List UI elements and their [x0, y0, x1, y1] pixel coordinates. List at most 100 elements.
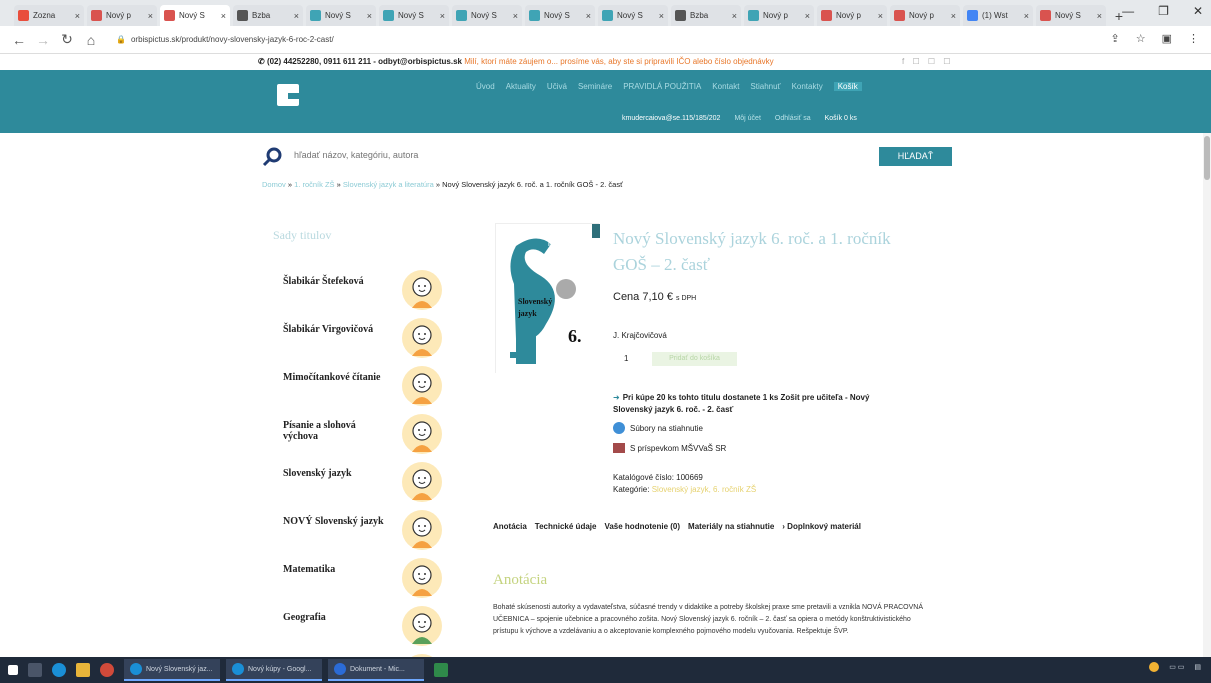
- url-field[interactable]: 🔒 orbispictus.sk/produkt/novy-slovensky-…: [116, 35, 334, 44]
- main-menu-item[interactable]: Kontakt: [712, 82, 739, 91]
- product-tab[interactable]: Vaše hodnotenie (0): [604, 522, 680, 531]
- menu-dots-icon[interactable]: ⋮: [1188, 32, 1199, 45]
- quantity-input[interactable]: 1: [624, 354, 628, 363]
- browser-tab[interactable]: Bzba ×: [671, 5, 741, 26]
- browser-tab[interactable]: Nový S ×: [598, 5, 668, 26]
- sidebar-item[interactable]: Matematika: [273, 556, 453, 604]
- product-tab[interactable]: Anotácia: [493, 522, 527, 531]
- product-cover-image[interactable]: NOVÝ Slovenský jazyk 6.: [495, 223, 600, 374]
- minimize-icon[interactable]: —: [1122, 4, 1134, 18]
- tab-close-icon[interactable]: ×: [659, 11, 664, 21]
- browser-tab[interactable]: Bzba ×: [233, 5, 303, 26]
- main-menu-item[interactable]: Učivá: [547, 82, 567, 91]
- breadcrumb-cat2[interactable]: Slovenský jazyk a literatúra: [343, 180, 434, 189]
- product-tab[interactable]: › Doplnkový materiál: [782, 522, 861, 531]
- sidebar-item[interactable]: Mimočítankové čítanie: [273, 364, 453, 412]
- main-menu-item[interactable]: Stiahnuť: [750, 82, 780, 91]
- main-menu-item[interactable]: PRAVIDLÁ POUŽITIA: [623, 82, 701, 91]
- reload-icon[interactable]: ↻: [60, 31, 74, 48]
- browser-tab[interactable]: Nový p ×: [744, 5, 814, 26]
- social-icons[interactable]: f ☐ ☐ ☐: [902, 57, 953, 66]
- tab-close-icon[interactable]: ×: [440, 11, 445, 21]
- tab-close-icon[interactable]: ×: [1097, 11, 1102, 21]
- sidebar-item[interactable]: Šlabikár Virgovičová: [273, 316, 453, 364]
- tab-close-icon[interactable]: ×: [75, 11, 80, 21]
- browser-tab[interactable]: Nový S ×: [379, 5, 449, 26]
- notifications-icon[interactable]: ▤: [1194, 663, 1201, 671]
- browser-tab[interactable]: Nový S ×: [160, 5, 230, 26]
- site-logo[interactable]: [277, 84, 299, 106]
- excel-icon[interactable]: [434, 663, 448, 677]
- tab-close-icon[interactable]: ×: [148, 11, 153, 21]
- edge-icon[interactable]: [52, 663, 66, 677]
- main-menu-item[interactable]: Aktuality: [506, 82, 536, 91]
- browser-tab[interactable]: Nový S ×: [306, 5, 376, 26]
- search-button[interactable]: HĽADAŤ: [879, 147, 952, 166]
- sidebar-item[interactable]: Geografia: [273, 604, 453, 652]
- tab-close-icon[interactable]: ×: [878, 11, 883, 21]
- tab-close-icon[interactable]: ×: [221, 11, 226, 21]
- explorer-icon[interactable]: [76, 663, 90, 677]
- tab-close-icon[interactable]: ×: [805, 11, 810, 21]
- tab-close-icon[interactable]: ×: [294, 11, 299, 21]
- browser-tab[interactable]: Nový p ×: [817, 5, 887, 26]
- browser-tab[interactable]: Nový S ×: [525, 5, 595, 26]
- weather-icon[interactable]: [1149, 662, 1160, 672]
- close-icon[interactable]: ✕: [1193, 4, 1203, 18]
- main-menu-item[interactable]: Semináre: [578, 82, 612, 91]
- sidebar-icon[interactable]: ▣: [1162, 32, 1172, 45]
- home-icon[interactable]: ⌂: [84, 32, 98, 48]
- tab-close-icon[interactable]: ×: [586, 11, 591, 21]
- browser-tab[interactable]: Nový S ×: [1036, 5, 1106, 26]
- tab-label: Nový S: [179, 11, 205, 20]
- breadcrumb-home[interactable]: Domov: [262, 180, 286, 189]
- sidebar-item[interactable]: Slovenský jazyk: [273, 460, 453, 508]
- share-icon[interactable]: ⇪: [1111, 32, 1120, 45]
- category-link[interactable]: Slovenský jazyk, 6. ročník ZŠ: [652, 485, 756, 494]
- product-tab[interactable]: Technické údaje: [535, 522, 597, 531]
- tab-close-icon[interactable]: ×: [951, 11, 956, 21]
- tab-label: Nový S: [1055, 11, 1081, 20]
- browser-tab[interactable]: Nový p ×: [87, 5, 157, 26]
- account-link[interactable]: Môj účet: [734, 115, 760, 122]
- add-to-cart-button[interactable]: Pridať do košíka: [652, 352, 737, 366]
- product-author[interactable]: J. Krajčovičová: [613, 331, 667, 340]
- browser-tab[interactable]: Nový p ×: [890, 5, 960, 26]
- main-menu-item[interactable]: Úvod: [476, 82, 495, 91]
- back-icon[interactable]: ←: [12, 32, 26, 48]
- main-menu-item[interactable]: Kontakty: [792, 82, 823, 91]
- cart-count-link[interactable]: Košík 0 ks: [825, 115, 857, 122]
- windows-start-icon[interactable]: [8, 665, 18, 675]
- tab-close-icon[interactable]: ×: [732, 11, 737, 21]
- search-taskbar-icon[interactable]: [28, 663, 42, 677]
- tab-close-icon[interactable]: ×: [1024, 11, 1029, 21]
- page-scrollbar[interactable]: [1203, 133, 1211, 657]
- bookmark-star-icon[interactable]: ☆: [1136, 32, 1146, 45]
- tab-close-icon[interactable]: ×: [367, 11, 372, 21]
- header-cart-button[interactable]: Košík: [833, 82, 862, 91]
- scrollbar-thumb[interactable]: [1204, 136, 1210, 180]
- browser-tab[interactable]: (1) Wst ×: [963, 5, 1033, 26]
- app-icon[interactable]: [100, 663, 114, 677]
- search-input[interactable]: [294, 150, 594, 160]
- sidebar-item[interactable]: NOVÝ Slovenský jazyk: [273, 508, 453, 556]
- logout-link[interactable]: Odhlásiť sa: [775, 115, 811, 122]
- user-email[interactable]: kmudercaiova@se.115/185/202: [622, 115, 720, 122]
- breadcrumb-cat1[interactable]: 1. ročník ZŠ: [294, 180, 334, 189]
- clock[interactable]: ▭ ▭: [1169, 663, 1184, 671]
- tab-favicon-icon: [529, 10, 540, 21]
- tab-close-icon[interactable]: ×: [513, 11, 518, 21]
- forward-icon[interactable]: →: [36, 32, 50, 48]
- sidebar-item[interactable]: Šlabikár Štefeková: [273, 268, 453, 316]
- taskbar-app[interactable]: Nový Slovenský jaz...: [124, 659, 220, 681]
- tab-label: Nový S: [325, 11, 351, 20]
- browser-tab[interactable]: Nový S ×: [452, 5, 522, 26]
- maximize-icon[interactable]: ❐: [1158, 4, 1169, 18]
- browser-tab[interactable]: Zozna ×: [14, 5, 84, 26]
- taskbar-app[interactable]: Dokument - Mic...: [328, 659, 424, 681]
- taskbar-app[interactable]: Nový kúpy - Googl...: [226, 659, 322, 681]
- files-download-link[interactable]: Súbory na stiahnutie: [613, 422, 703, 434]
- sidebar-item[interactable]: Písanie a slohová výchova: [273, 412, 453, 460]
- product-tab[interactable]: Materiály na stiahnutie: [688, 522, 774, 531]
- tab-favicon-icon: [383, 10, 394, 21]
